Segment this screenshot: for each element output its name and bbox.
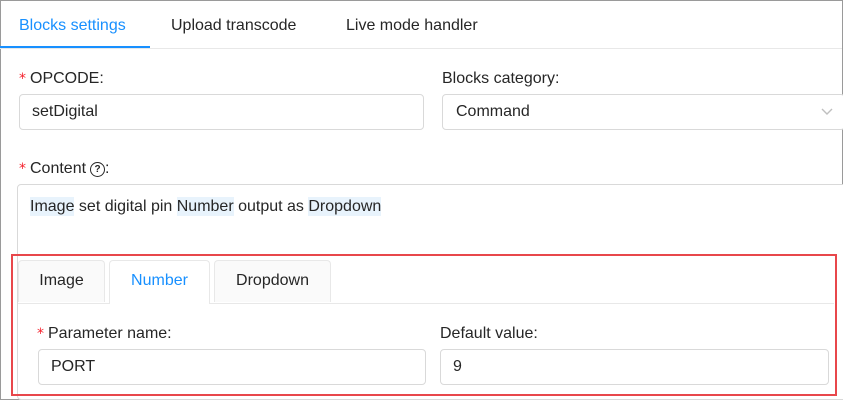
highlight-box bbox=[11, 254, 837, 396]
content-static-text: set digital pin bbox=[74, 198, 177, 215]
content-label: * Content?: bbox=[19, 160, 110, 178]
opcode-input[interactable] bbox=[19, 94, 424, 130]
content-tag-dropdown[interactable]: Dropdown bbox=[308, 197, 382, 216]
content-text: Image set digital pin Number output as D… bbox=[30, 197, 382, 216]
top-tab-bar: Blocks settings Upload transcode Live mo… bbox=[0, 0, 842, 49]
content-tag-number[interactable]: Number bbox=[176, 197, 234, 216]
content-label-text: Content bbox=[30, 160, 87, 177]
chevron-down-icon bbox=[821, 108, 833, 115]
opcode-label: * OPCODE: bbox=[19, 70, 104, 88]
blocks-category-value: Command bbox=[456, 103, 530, 120]
tab-blocks-settings[interactable]: Blocks settings bbox=[19, 0, 126, 47]
blocks-category-label: Blocks category: bbox=[442, 70, 560, 87]
tab-live-mode-handler[interactable]: Live mode handler bbox=[346, 0, 478, 47]
opcode-label-text: OPCODE: bbox=[30, 70, 104, 87]
required-mark: * bbox=[19, 161, 26, 177]
content-label-colon: : bbox=[105, 160, 110, 177]
question-circle-icon[interactable]: ? bbox=[90, 162, 106, 177]
content-static-text: output as bbox=[233, 198, 309, 215]
required-mark: * bbox=[19, 71, 26, 87]
active-tab-indicator bbox=[0, 46, 150, 48]
blocks-category-select[interactable]: Command bbox=[442, 94, 843, 130]
tab-upload-transcode[interactable]: Upload transcode bbox=[171, 0, 296, 47]
content-tag-image[interactable]: Image bbox=[30, 197, 75, 216]
